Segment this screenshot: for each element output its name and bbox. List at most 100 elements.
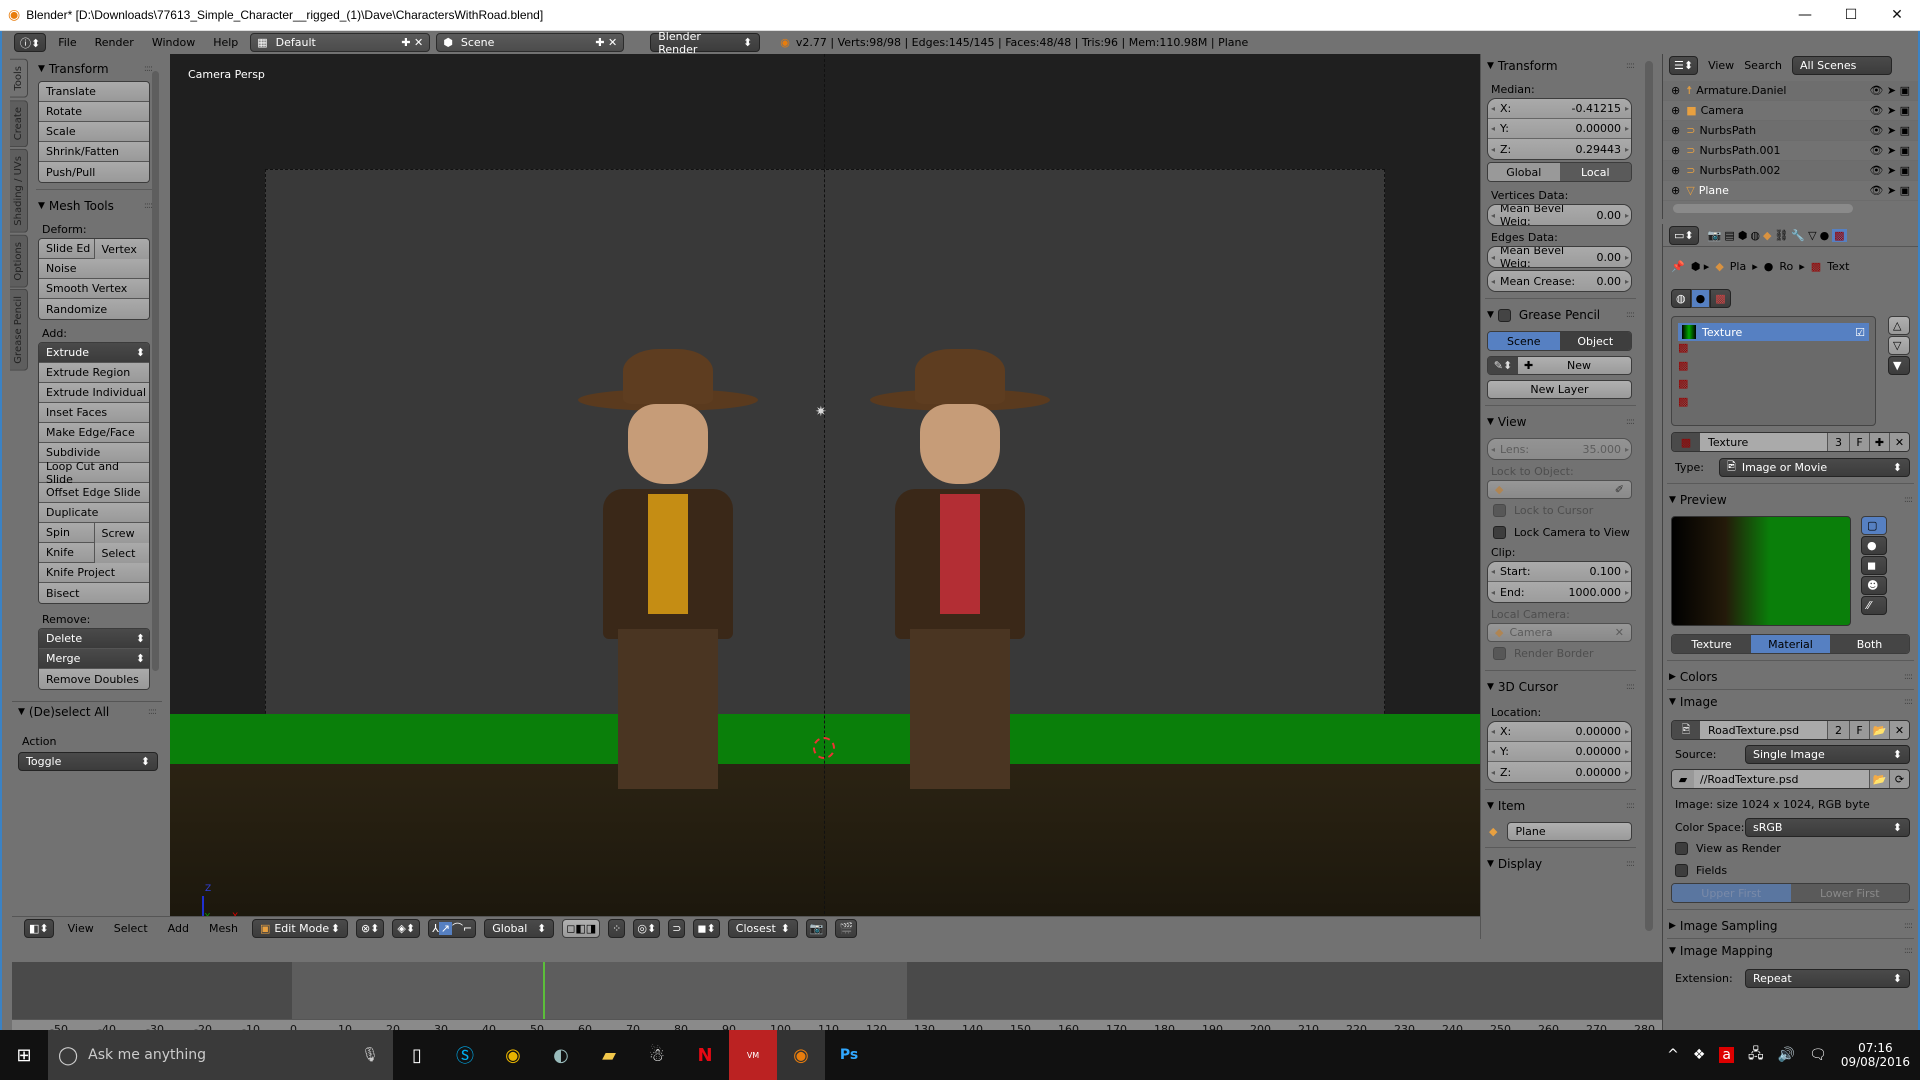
3d-cursor-icon[interactable] <box>813 737 835 759</box>
median-y-field[interactable]: Y:0.00000 <box>1488 119 1631 139</box>
dropbox-icon[interactable]: ❖ <box>1693 1047 1706 1063</box>
constraints-tab-icon[interactable]: ⛓ <box>1774 229 1788 242</box>
object-tab-icon[interactable]: ◆ <box>1763 229 1771 242</box>
slot-enable-checkbox[interactable]: ☑ <box>1855 326 1865 339</box>
image-browse-icon[interactable]: 🖻 <box>1672 721 1700 739</box>
preview-monkey-button[interactable]: ☻ <box>1861 576 1887 595</box>
slot-specials-button[interactable]: ▼ <box>1888 356 1910 375</box>
duplicate-button[interactable]: Duplicate <box>39 503 149 523</box>
3d-editor-type[interactable]: ◧⬍ <box>24 918 54 938</box>
outliner-editor-type[interactable]: ☰⬍ <box>1669 56 1699 75</box>
minimize-button[interactable]: — <box>1782 0 1828 31</box>
view-panel-header[interactable]: ▼ View:::: <box>1481 412 1640 432</box>
shading-dropdown[interactable]: ⊗⬍ <box>355 918 385 938</box>
median-z-field[interactable]: Z:0.29443 <box>1488 139 1631 159</box>
extrude-region-button[interactable]: Extrude Region <box>39 363 149 383</box>
median-x-field[interactable]: X:-0.41215 <box>1488 99 1631 119</box>
delete-dropdown[interactable]: Delete ⬍ <box>39 629 149 649</box>
browse-file-icon[interactable]: 📂 <box>1869 770 1889 788</box>
knife-button[interactable]: Knife <box>39 543 95 563</box>
new-texture-icon[interactable]: ✚ <box>1869 433 1889 451</box>
voicemeeter-icon[interactable]: VM <box>729 1030 777 1080</box>
proportional-edit-dropdown[interactable]: ◎⬍ <box>633 918 661 938</box>
grease-pencil-checkbox[interactable] <box>1497 308 1511 322</box>
image-users-count[interactable]: 2 <box>1827 721 1849 739</box>
bisect-button[interactable]: Bisect <box>39 583 149 603</box>
visibility-icons[interactable]: 👁 ➤ ▣ <box>1869 84 1910 97</box>
edge-bevel-field[interactable]: Mean Bevel Weig:0.00 <box>1488 247 1631 267</box>
orientation-dropdown[interactable]: Global ⬍ <box>484 918 555 938</box>
scene-tab-icon[interactable]: ⬢ <box>1738 229 1748 242</box>
preview-both-toggle[interactable]: Both <box>1830 635 1909 653</box>
texture-slot-selected[interactable]: Texture ☑ <box>1678 323 1869 341</box>
remove-doubles-button[interactable]: Remove Doubles <box>39 669 149 689</box>
character-left[interactable] <box>568 349 768 809</box>
screw-button[interactable]: Screw <box>94 523 149 543</box>
preview-cube-button[interactable]: ◼ <box>1861 556 1887 575</box>
n-panel-scrollbar[interactable] <box>1645 61 1653 931</box>
outliner-filter-dropdown[interactable]: All Scenes <box>1791 56 1892 75</box>
add-scene-icon[interactable]: ✚ ✕ <box>595 36 617 49</box>
fake-user-button[interactable]: F <box>1849 433 1869 451</box>
photoshop-icon[interactable]: Ps <box>825 1030 873 1080</box>
outliner-row-nurbspath-001[interactable]: ⊕ ⊃ NurbsPath.001 👁 ➤ ▣ <box>1663 141 1918 161</box>
fields-row[interactable]: Fields <box>1663 859 1918 881</box>
layout-selector[interactable]: ▦ Default ✚ ✕ <box>250 33 431 52</box>
render-layers-tab-icon[interactable]: ▤ <box>1724 229 1734 242</box>
knife-project-button[interactable]: Knife Project <box>39 563 149 583</box>
close-button[interactable]: ✕ <box>1874 0 1920 31</box>
3d-menu-view[interactable]: View <box>62 922 100 935</box>
merge-dropdown[interactable]: Merge ⬍ <box>39 649 149 669</box>
outliner-h-scrollbar[interactable] <box>1673 204 1853 213</box>
grease-scene-toggle[interactable]: Scene <box>1488 332 1560 350</box>
image-name-field[interactable]: RoadTexture.psd <box>1700 721 1827 739</box>
render-border-row[interactable]: Render Border <box>1481 642 1640 664</box>
visibility-icons[interactable]: 👁 ➤ ▣ <box>1869 184 1910 197</box>
chrome-icon[interactable]: ◉ <box>489 1030 537 1080</box>
visibility-icons[interactable]: 👁 ➤ ▣ <box>1869 124 1910 137</box>
lower-first-toggle[interactable]: Lower First <box>1790 884 1909 902</box>
timeline-area[interactable] <box>12 962 1662 1019</box>
knife-select-button[interactable]: Select <box>94 543 149 563</box>
3d-menu-select[interactable]: Select <box>108 922 154 935</box>
lamp-icon[interactable]: ✷ <box>815 404 827 420</box>
clip-end-field[interactable]: End:1000.000 <box>1488 582 1631 602</box>
other-context-icon[interactable]: ▩ <box>1710 289 1731 308</box>
snap-element-dropdown[interactable]: ◼⬍ <box>693 918 720 938</box>
vertex-bevel-field[interactable]: Mean Bevel Weig:0.00 <box>1488 205 1631 225</box>
menu-file[interactable]: File <box>52 36 82 49</box>
image-source-dropdown[interactable]: Single Image ⬍ <box>1745 745 1910 764</box>
edge-crease-field[interactable]: Mean Crease:0.00 <box>1488 271 1631 291</box>
make-edge-face-button[interactable]: Make Edge/Face <box>39 423 149 443</box>
upper-first-toggle[interactable]: Upper First <box>1672 884 1791 902</box>
slide-vertex-button[interactable]: Vertex <box>94 239 149 259</box>
tab-create[interactable]: Create <box>10 99 28 147</box>
clock[interactable]: 07:16 09/08/2016 <box>1841 1041 1910 1069</box>
shrink-fatten-button[interactable]: Shrink/Fatten <box>39 142 149 162</box>
network-icon[interactable]: 🖧 <box>1748 1043 1764 1067</box>
unlink-texture-icon[interactable]: ✕ <box>1889 433 1909 451</box>
image-fake-user-button[interactable]: F <box>1849 721 1869 739</box>
preview-plane-button[interactable]: ▢ <box>1861 516 1887 535</box>
clip-start-field[interactable]: Start:0.100 <box>1488 562 1631 582</box>
character-right[interactable] <box>860 349 1060 809</box>
move-up-button[interactable]: △ <box>1888 316 1910 335</box>
move-down-button[interactable]: ▽ <box>1888 336 1910 355</box>
pivot-dropdown[interactable]: ◈⬍ <box>392 918 421 938</box>
render-anim-icon[interactable]: 🎬 <box>835 918 858 938</box>
offset-edge-slide-button[interactable]: Offset Edge Slide <box>39 483 149 503</box>
grease-pencil-header[interactable]: ▼ Grease Pencil:::: <box>1481 305 1640 325</box>
clear-icon[interactable]: ✕ <box>1615 626 1624 639</box>
outliner-menu-search[interactable]: Search <box>1744 59 1782 72</box>
outliner-row-plane[interactable]: ⊕ ▽ Plane 👁 ➤ ▣ <box>1663 181 1918 201</box>
cursor-z-field[interactable]: Z:0.00000 <box>1488 762 1631 782</box>
menu-help[interactable]: Help <box>207 36 244 49</box>
outliner-row-nurbspath-002[interactable]: ⊕ ⊃ NurbsPath.002 👁 ➤ ▣ <box>1663 161 1918 181</box>
tab-grease-pencil[interactable]: Grease Pencil <box>10 289 28 371</box>
item-name-field[interactable]: Plane <box>1507 822 1632 841</box>
texture-slot-empty[interactable]: ▩ <box>1678 395 1869 413</box>
tab-options[interactable]: Options <box>10 234 28 288</box>
cursor-x-field[interactable]: X:0.00000 <box>1488 722 1631 742</box>
texture-tab-icon[interactable]: ▩ <box>1832 228 1847 242</box>
modifiers-tab-icon[interactable]: 🔧 <box>1791 229 1805 242</box>
